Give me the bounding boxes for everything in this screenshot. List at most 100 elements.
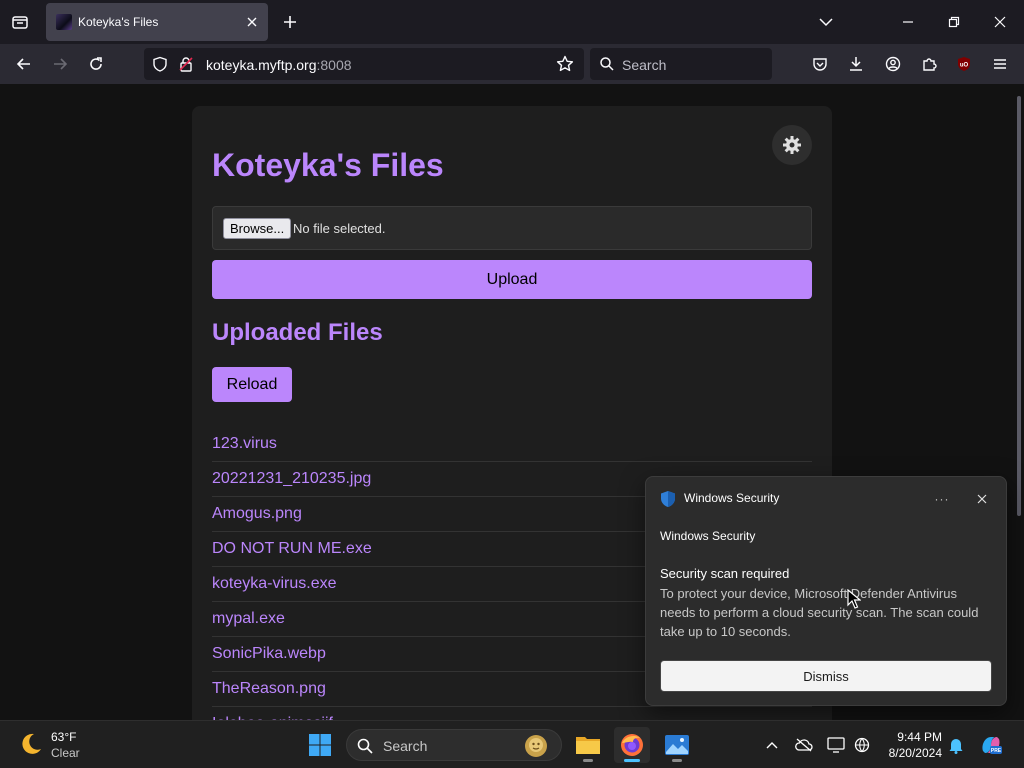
- show-hidden-icons-button[interactable]: [760, 733, 784, 757]
- uploaded-files-heading: Uploaded Files: [212, 319, 383, 346]
- tab-title: Koteyka's Files: [78, 15, 159, 29]
- close-window-button[interactable]: [980, 6, 1020, 38]
- back-button[interactable]: [10, 50, 38, 78]
- minimize-button[interactable]: [888, 6, 928, 38]
- windows-security-shield-icon: [661, 491, 675, 507]
- notification-title: Security scan required: [660, 566, 790, 581]
- clock-date[interactable]: 8/20/2024: [876, 746, 942, 760]
- pocket-button[interactable]: [806, 50, 834, 78]
- account-button[interactable]: [879, 50, 907, 78]
- notification-app-name: Windows Security: [684, 491, 780, 505]
- arrow-left-icon: [16, 58, 30, 70]
- account-icon: [885, 56, 901, 72]
- notification-close-button[interactable]: [970, 487, 994, 511]
- display-tray[interactable]: [824, 733, 848, 757]
- notification-more-button[interactable]: ···: [930, 487, 954, 511]
- close-icon: [994, 16, 1006, 28]
- url-host: koteyka.myftp.org: [206, 57, 317, 73]
- plus-icon: [284, 16, 296, 28]
- tab-strip: Koteyka's Files: [0, 0, 1024, 44]
- taskbar-search-placeholder: Search: [383, 738, 428, 754]
- refresh-icon: [90, 57, 102, 70]
- taskbar-file-explorer[interactable]: [570, 727, 606, 763]
- chevron-down-icon: [819, 18, 833, 27]
- minimize-icon: [903, 21, 913, 23]
- search-box[interactable]: Search: [590, 48, 772, 80]
- close-icon: [977, 494, 987, 504]
- scrollbar-thumb[interactable]: [1017, 96, 1021, 516]
- search-icon: [600, 57, 614, 71]
- page-scrollbar[interactable]: [1014, 84, 1024, 720]
- pocket-icon: [813, 58, 827, 71]
- folder-icon: [576, 737, 600, 754]
- chevron-up-icon: [766, 742, 778, 749]
- search-highlight-icon: [525, 735, 547, 757]
- settings-button[interactable]: [772, 125, 812, 165]
- tab-close-button[interactable]: [242, 12, 262, 32]
- svg-text:uO: uO: [960, 63, 969, 69]
- downloads-button[interactable]: [842, 50, 870, 78]
- bell-icon: [949, 739, 963, 754]
- restore-button[interactable]: [934, 6, 974, 38]
- running-indicator: [583, 759, 593, 762]
- cloud-off-icon: [795, 738, 813, 752]
- list-all-tabs-button[interactable]: [6, 8, 34, 36]
- running-indicator: [672, 759, 682, 762]
- tab-koteykas-files[interactable]: Koteyka's Files: [46, 3, 268, 41]
- site-favicon-icon: [56, 14, 72, 30]
- onedrive-tray[interactable]: [792, 733, 816, 757]
- moon-weather-icon: [22, 733, 41, 754]
- address-bar[interactable]: koteyka.myftp.org:8008: [144, 48, 584, 80]
- monitor-icon: [827, 737, 845, 753]
- close-icon: [247, 17, 257, 27]
- search-icon: [357, 738, 373, 754]
- page-title: Koteyka's Files: [212, 147, 444, 183]
- insecure-lock-icon: [179, 57, 193, 72]
- mouse-cursor-icon: [847, 589, 861, 609]
- file-link[interactable]: Ielebee-animasiif: [212, 707, 812, 720]
- star-bookmark-icon[interactable]: [556, 55, 574, 73]
- windows-security-notification: Windows Security ··· Windows Security Se…: [645, 476, 1007, 706]
- file-input[interactable]: Browse... No file selected.: [212, 206, 812, 250]
- shield-icon: [153, 56, 167, 72]
- network-icon: [854, 737, 870, 753]
- app-menu-button[interactable]: [986, 50, 1014, 78]
- browse-button[interactable]: Browse...: [223, 218, 292, 239]
- photos-icon: [665, 735, 689, 755]
- tab-list-icon: [12, 16, 28, 29]
- upload-button[interactable]: Upload: [212, 260, 812, 299]
- reload-page-button[interactable]: [82, 50, 110, 78]
- reload-files-button[interactable]: Reload: [212, 367, 292, 402]
- more-options-icon: ···: [934, 492, 950, 506]
- tab-overflow-button[interactable]: [806, 6, 846, 38]
- taskbar-firefox[interactable]: [614, 727, 650, 763]
- taskbar-search-box[interactable]: Search: [346, 729, 562, 761]
- hamburger-menu-icon: [994, 59, 1006, 69]
- notification-source: Windows Security: [660, 529, 756, 543]
- gear-icon: [783, 136, 801, 154]
- windows-start-icon[interactable]: [308, 733, 332, 757]
- active-indicator: [624, 759, 640, 762]
- puzzle-icon: [923, 58, 937, 71]
- weather-temperature[interactable]: 63°F: [51, 730, 76, 744]
- arrow-right-icon: [54, 58, 68, 70]
- no-file-label: No file selected.: [293, 221, 386, 236]
- copilot-icon: PRE: [982, 737, 1002, 754]
- weather-condition[interactable]: Clear: [51, 746, 80, 760]
- clock-time[interactable]: 9:44 PM: [880, 730, 942, 744]
- dismiss-button[interactable]: Dismiss: [660, 660, 992, 692]
- network-tray[interactable]: [850, 733, 874, 757]
- taskbar-image-viewer[interactable]: [659, 727, 695, 763]
- ublock-origin-button[interactable]: uO: [950, 50, 978, 78]
- forward-button[interactable]: [46, 50, 74, 78]
- firefox-icon: [621, 734, 643, 756]
- restore-icon: [948, 16, 960, 28]
- extensions-button[interactable]: [915, 50, 943, 78]
- notifications-button[interactable]: [944, 733, 968, 757]
- url-port: :8008: [316, 57, 352, 73]
- notification-body: To protect your device, Microsoft Defend…: [660, 586, 979, 639]
- copilot-button[interactable]: PRE: [979, 733, 1003, 757]
- new-tab-button[interactable]: [276, 8, 304, 36]
- file-link[interactable]: 123.virus: [212, 427, 812, 462]
- navigation-toolbar: koteyka.myftp.org:8008 Search uO: [0, 44, 1024, 84]
